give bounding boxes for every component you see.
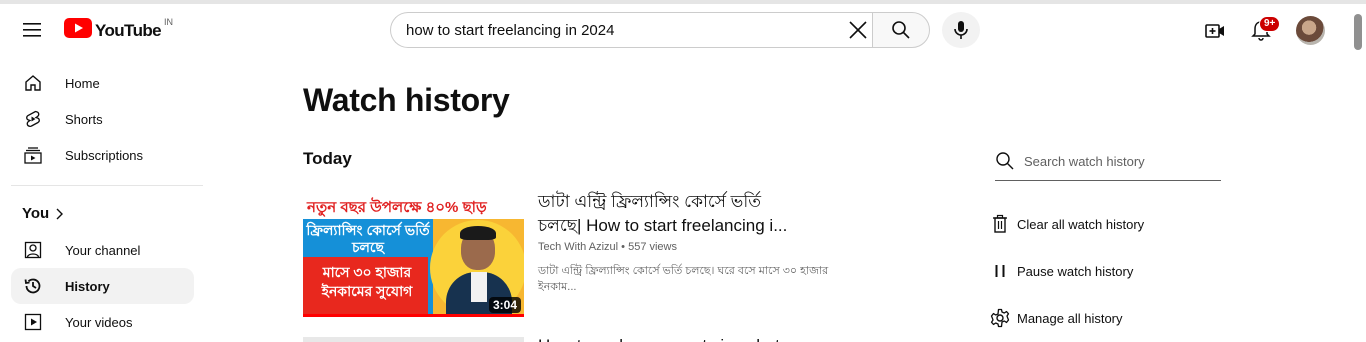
- sidebar-item-your-videos[interactable]: Your videos: [11, 304, 194, 340]
- chevron-right-icon: [56, 208, 64, 219]
- video-description: ডাটা এন্ট্রি ফ্রিল্যান্সিং কোর্সে ভর্তি …: [538, 265, 829, 293]
- logo-country-code: IN: [164, 17, 173, 27]
- home-icon: [22, 72, 44, 94]
- thumbnail-person-shirt: [471, 272, 487, 302]
- video-title[interactable]: How to make passport size photo: [538, 334, 789, 342]
- shorts-icon: [22, 108, 44, 130]
- pause-watch-history-button[interactable]: Pause watch history: [990, 261, 1133, 281]
- clear-all-watch-history-button[interactable]: Clear all watch history: [990, 214, 1144, 234]
- sidebar-item-subscriptions[interactable]: Subscriptions: [11, 137, 194, 173]
- action-label: Pause watch history: [1017, 263, 1134, 279]
- logo-text: YouTube: [95, 21, 162, 40]
- search-icon: [892, 21, 910, 39]
- thumbnail-text-course: ফ্রিল্যান্সিং কোর্সে ভর্তি চলছে: [306, 222, 430, 255]
- history-icon: [22, 275, 44, 297]
- you-heading-label: You: [22, 205, 50, 222]
- section-title-today: Today: [303, 149, 352, 168]
- video-title[interactable]: ডাটা এন্ট্রি ফ্রিল্যান্সিং কোর্সে ভর্তি …: [538, 190, 798, 238]
- video-thumbnail[interactable]: [303, 337, 524, 342]
- sidebar-item-label: Shorts: [65, 111, 103, 127]
- video-meta: Tech With Azizul • 557 views: [538, 241, 677, 253]
- action-label: Clear all watch history: [1017, 216, 1145, 232]
- sidebar-item-shorts[interactable]: Shorts: [11, 101, 194, 137]
- close-icon: [849, 21, 867, 39]
- thumbnail-banner-text: নতুন বছর উপলক্ষে ৪০% ছাড়: [307, 199, 487, 216]
- youtube-play-logo-icon: [64, 18, 92, 38]
- avatar[interactable]: [1296, 16, 1325, 45]
- search-watch-history-placeholder: Search watch history: [1024, 154, 1145, 169]
- sidebar-item-label: Your videos: [65, 314, 133, 330]
- sidebar-item-your-channel[interactable]: Your channel: [11, 232, 194, 268]
- view-count: 557 views: [628, 241, 677, 253]
- youtube-logo[interactable]: YouTube IN: [64, 17, 173, 41]
- sidebar-item-label: History: [65, 278, 110, 294]
- pause-icon: [990, 261, 1010, 281]
- video-create-icon: [1205, 24, 1224, 38]
- subscriptions-icon: [22, 144, 44, 166]
- voice-search-button[interactable]: [942, 12, 980, 48]
- microphone-icon: [954, 21, 968, 39]
- notification-count-badge: 9+: [1259, 16, 1281, 32]
- trash-icon: [990, 214, 1010, 234]
- search-input[interactable]: how to start freelancing in 2024: [390, 12, 872, 48]
- sidebar-you-heading[interactable]: You: [22, 205, 65, 222]
- thumbnail-person-hair: [460, 226, 496, 240]
- video-duration-badge: 3:04: [489, 297, 522, 313]
- sidebar-item-label: Your channel: [65, 242, 141, 258]
- menu-button[interactable]: [22, 20, 42, 40]
- sidebar-item-home[interactable]: Home: [11, 65, 194, 101]
- search-button[interactable]: [872, 12, 930, 48]
- search-clear-button[interactable]: [848, 20, 868, 40]
- sidebar-item-label: Subscriptions: [65, 147, 144, 163]
- search-watch-history-input[interactable]: Search watch history: [995, 148, 1221, 181]
- page-title: Watch history: [303, 82, 510, 118]
- your-videos-icon: [22, 311, 44, 333]
- action-label: Manage all history: [1017, 310, 1123, 326]
- search-query-text: how to start freelancing in 2024: [406, 22, 615, 39]
- channel-name[interactable]: Tech With Azizul: [538, 241, 618, 253]
- hamburger-icon: [23, 23, 41, 37]
- page-scrollbar[interactable]: [1354, 14, 1362, 50]
- search-icon: [996, 152, 1014, 170]
- thumbnail-text-income: মাসে ৩০ হাজার ইনকামের সুযোগ: [321, 264, 413, 299]
- meta-separator: •: [621, 241, 626, 253]
- top-border: [0, 0, 1366, 4]
- watch-progress-bar: [303, 314, 524, 317]
- manage-all-history-button[interactable]: Manage all history: [990, 308, 1123, 328]
- sidebar-divider: [11, 185, 203, 186]
- your-channel-icon: [22, 239, 44, 261]
- create-button[interactable]: [1203, 19, 1227, 43]
- sidebar-item-history[interactable]: History: [11, 268, 194, 304]
- sidebar-item-label: Home: [65, 75, 100, 91]
- gear-icon: [990, 308, 1010, 328]
